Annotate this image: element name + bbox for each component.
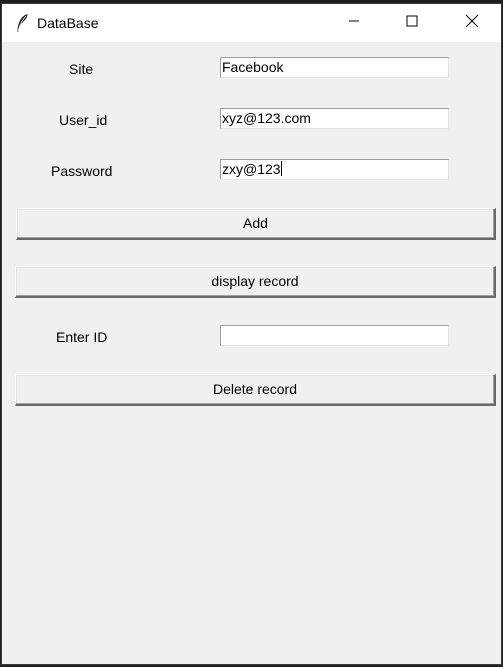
minimize-button[interactable]: [331, 4, 377, 42]
add-button[interactable]: Add: [16, 208, 496, 240]
close-button[interactable]: [449, 4, 495, 42]
user-id-label: User_id: [59, 112, 108, 128]
feather-icon: [15, 13, 29, 33]
password-input[interactable]: zxy@123: [220, 159, 449, 180]
user-id-input[interactable]: xyz@123.com: [220, 108, 449, 129]
site-input-value: Facebook: [222, 59, 284, 75]
text-cursor: [280, 161, 282, 176]
password-label: Password: [51, 163, 113, 179]
enter-id-label: Enter ID: [56, 329, 108, 345]
delete-record-button[interactable]: Delete record: [15, 374, 496, 406]
title-bar[interactable]: DataBase: [2, 4, 501, 42]
display-record-button[interactable]: display record: [15, 266, 496, 298]
maximize-button[interactable]: [389, 4, 435, 42]
close-icon: [465, 14, 479, 33]
app-window: DataBase Site Facebook User_id xyz@123.c…: [1, 3, 502, 665]
minimize-icon: [348, 14, 360, 32]
site-label: Site: [69, 61, 94, 77]
enter-id-input[interactable]: [220, 325, 449, 346]
maximize-icon: [406, 14, 418, 32]
window-title: DataBase: [37, 15, 99, 31]
password-input-value: zxy@123: [222, 161, 281, 177]
user-id-input-value: xyz@123.com: [222, 110, 311, 126]
site-input[interactable]: Facebook: [220, 57, 449, 78]
